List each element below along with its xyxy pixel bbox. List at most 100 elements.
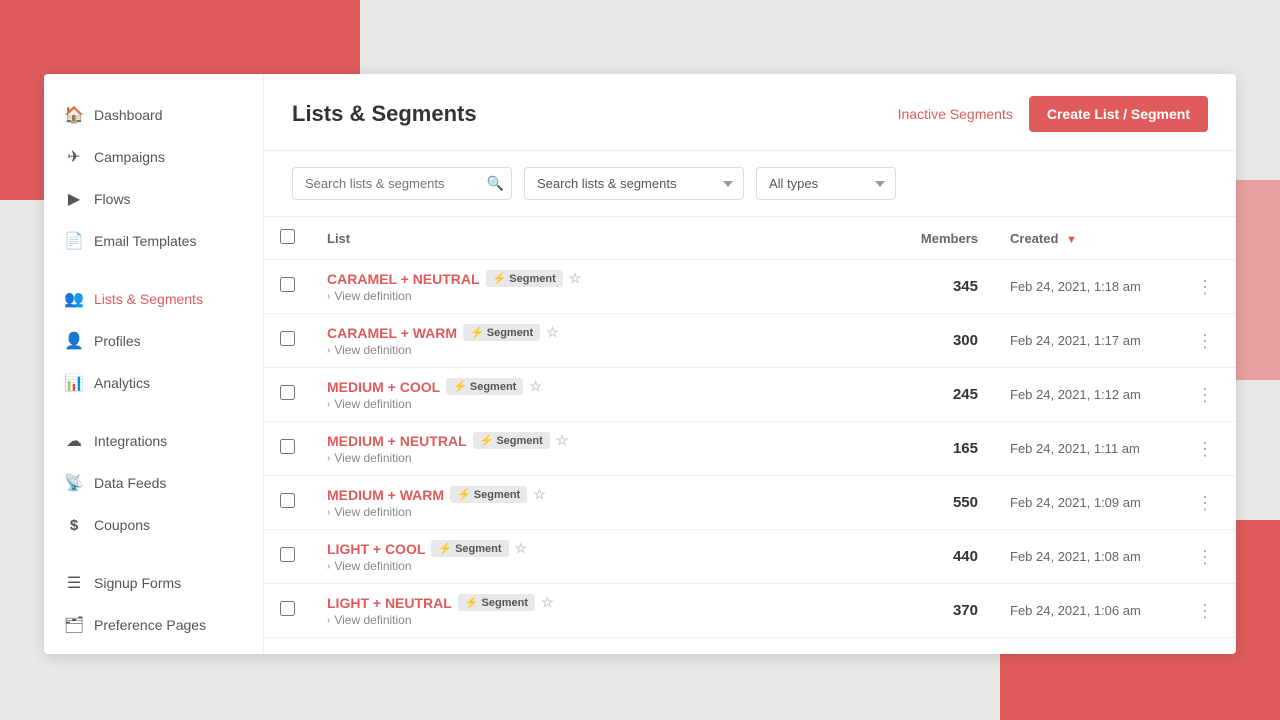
view-definition-link[interactable]: › View definition — [327, 343, 878, 357]
view-definition-link[interactable]: › View definition — [327, 559, 878, 573]
row-more-button[interactable]: ⋮ — [1190, 546, 1220, 568]
segment-name: MEDIUM + NEUTRAL — [327, 433, 467, 449]
row-name: MEDIUM + COOL ⚡ Segment ☆ — [327, 378, 878, 395]
row-name: CARAMEL + WARM ⚡ Segment ☆ — [327, 324, 878, 341]
sidebar-item-profiles[interactable]: 👤 Profiles — [44, 320, 263, 362]
sidebar-item-analytics[interactable]: 📊 Analytics — [44, 362, 263, 404]
segment-name: MEDIUM + WARM — [327, 487, 444, 503]
chevron-right-icon: › — [327, 561, 330, 572]
row-checkbox-cell — [264, 530, 311, 584]
row-created-cell: Feb 24, 2021, 1:09 am — [994, 476, 1174, 530]
search-input-wrap-2: Search lists & segments — [524, 167, 744, 200]
row-checkbox-1[interactable] — [280, 331, 295, 346]
row-name-cell: CARAMEL + WARM ⚡ Segment ☆ › View defini… — [311, 314, 894, 368]
view-definition-label: View definition — [334, 289, 411, 303]
preference-pages-icon: 🗂 — [64, 615, 84, 635]
list-column-header: List — [327, 231, 350, 246]
sidebar-item-label: Coupons — [94, 517, 150, 533]
row-more-button[interactable]: ⋮ — [1190, 384, 1220, 406]
data-feeds-icon: 📡 — [64, 473, 84, 493]
sidebar-item-coupons[interactable]: $ Coupons — [44, 504, 263, 546]
lists-segments-table: List Members Created ▼ — [264, 217, 1236, 638]
view-definition-link[interactable]: › View definition — [327, 397, 878, 411]
view-definition-link[interactable]: › View definition — [327, 451, 878, 465]
create-list-segment-button[interactable]: Create List / Segment — [1029, 96, 1208, 132]
segment-badge: ⚡ Segment — [486, 270, 563, 287]
row-checkbox-3[interactable] — [280, 439, 295, 454]
table-row: MEDIUM + NEUTRAL ⚡ Segment ☆ › View defi… — [264, 422, 1236, 476]
row-members-cell: 345 — [894, 260, 994, 314]
sidebar-item-campaigns[interactable]: ✈ Campaigns — [44, 136, 263, 178]
table-row: CARAMEL + WARM ⚡ Segment ☆ › View defini… — [264, 314, 1236, 368]
star-icon[interactable]: ☆ — [515, 540, 528, 557]
row-members-cell: 300 — [894, 314, 994, 368]
sidebar-item-label: Preference Pages — [94, 617, 206, 633]
row-more-button[interactable]: ⋮ — [1190, 492, 1220, 514]
segment-badge: ⚡ Segment — [458, 594, 535, 611]
table-row: LIGHT + COOL ⚡ Segment ☆ › View definiti… — [264, 530, 1236, 584]
members-count: 440 — [953, 548, 978, 565]
row-checkbox-cell — [264, 476, 311, 530]
segment-badge: ⚡ Segment — [431, 540, 508, 557]
table-body: CARAMEL + NEUTRAL ⚡ Segment ☆ › View def… — [264, 260, 1236, 638]
view-definition-link[interactable]: › View definition — [327, 613, 878, 627]
email-templates-icon: 📄 — [64, 231, 84, 251]
row-actions-cell: ⋮ — [1174, 476, 1236, 530]
star-icon[interactable]: ☆ — [556, 432, 569, 449]
row-created-cell: Feb 24, 2021, 1:06 am — [994, 584, 1174, 638]
star-icon[interactable]: ☆ — [533, 486, 546, 503]
row-name: MEDIUM + WARM ⚡ Segment ☆ — [327, 486, 878, 503]
segment-badge: ⚡ Segment — [450, 486, 527, 503]
sidebar-item-label: Profiles — [94, 333, 141, 349]
sidebar-item-data-feeds[interactable]: 📡 Data Feeds — [44, 462, 263, 504]
inactive-segments-link[interactable]: Inactive Segments — [898, 106, 1013, 122]
select-all-checkbox[interactable] — [280, 229, 295, 244]
bolt-icon: ⚡ — [457, 488, 471, 501]
row-checkbox-4[interactable] — [280, 493, 295, 508]
header-created-col[interactable]: Created ▼ — [994, 217, 1174, 260]
row-name: MEDIUM + NEUTRAL ⚡ Segment ☆ — [327, 432, 878, 449]
signup-forms-icon: ☰ — [64, 573, 84, 593]
row-more-button[interactable]: ⋮ — [1190, 438, 1220, 460]
row-members-cell: 245 — [894, 368, 994, 422]
star-icon[interactable]: ☆ — [546, 324, 559, 341]
segment-name: CARAMEL + WARM — [327, 325, 457, 341]
created-date: Feb 24, 2021, 1:18 am — [1010, 279, 1141, 294]
view-definition-link[interactable]: › View definition — [327, 289, 878, 303]
segment-badge: ⚡ Segment — [473, 432, 550, 449]
created-date: Feb 24, 2021, 1:06 am — [1010, 603, 1141, 618]
row-more-button[interactable]: ⋮ — [1190, 330, 1220, 352]
sidebar-item-label: Email Templates — [94, 233, 196, 249]
members-count: 550 — [953, 494, 978, 511]
row-more-button[interactable]: ⋮ — [1190, 276, 1220, 298]
created-date: Feb 24, 2021, 1:11 am — [1010, 441, 1140, 456]
chevron-right-icon: › — [327, 615, 330, 626]
sidebar-item-lists-segments[interactable]: 👥 Lists & Segments — [44, 278, 263, 320]
search-input-wrap-1: 🔍 — [292, 167, 512, 200]
search-input-1[interactable] — [292, 167, 512, 200]
row-checkbox-cell — [264, 260, 311, 314]
row-checkbox-0[interactable] — [280, 277, 295, 292]
view-definition-link[interactable]: › View definition — [327, 505, 878, 519]
row-checkbox-2[interactable] — [280, 385, 295, 400]
sidebar-item-dashboard[interactable]: 🏠 Dashboard — [44, 94, 263, 136]
badge-label: Segment — [482, 597, 528, 609]
row-actions-cell: ⋮ — [1174, 314, 1236, 368]
row-more-button[interactable]: ⋮ — [1190, 600, 1220, 622]
star-icon[interactable]: ☆ — [529, 378, 542, 395]
row-actions-cell: ⋮ — [1174, 422, 1236, 476]
row-name: LIGHT + NEUTRAL ⚡ Segment ☆ — [327, 594, 878, 611]
sidebar-item-email-templates[interactable]: 📄 Email Templates — [44, 220, 263, 262]
table-row: MEDIUM + COOL ⚡ Segment ☆ › View definit… — [264, 368, 1236, 422]
type-filter-select[interactable]: All types Lists Segments — [756, 167, 896, 200]
search-select-dropdown[interactable]: Search lists & segments — [524, 167, 744, 200]
star-icon[interactable]: ☆ — [569, 270, 582, 287]
sidebar-item-flows[interactable]: ▶ Flows — [44, 178, 263, 220]
header-checkbox-col — [264, 217, 311, 260]
sidebar-item-preference-pages[interactable]: 🗂 Preference Pages — [44, 604, 263, 646]
star-icon[interactable]: ☆ — [541, 594, 554, 611]
row-checkbox-6[interactable] — [280, 601, 295, 616]
row-checkbox-5[interactable] — [280, 547, 295, 562]
sidebar-item-integrations[interactable]: ☁ Integrations — [44, 420, 263, 462]
sidebar-item-signup-forms[interactable]: ☰ Signup Forms — [44, 562, 263, 604]
